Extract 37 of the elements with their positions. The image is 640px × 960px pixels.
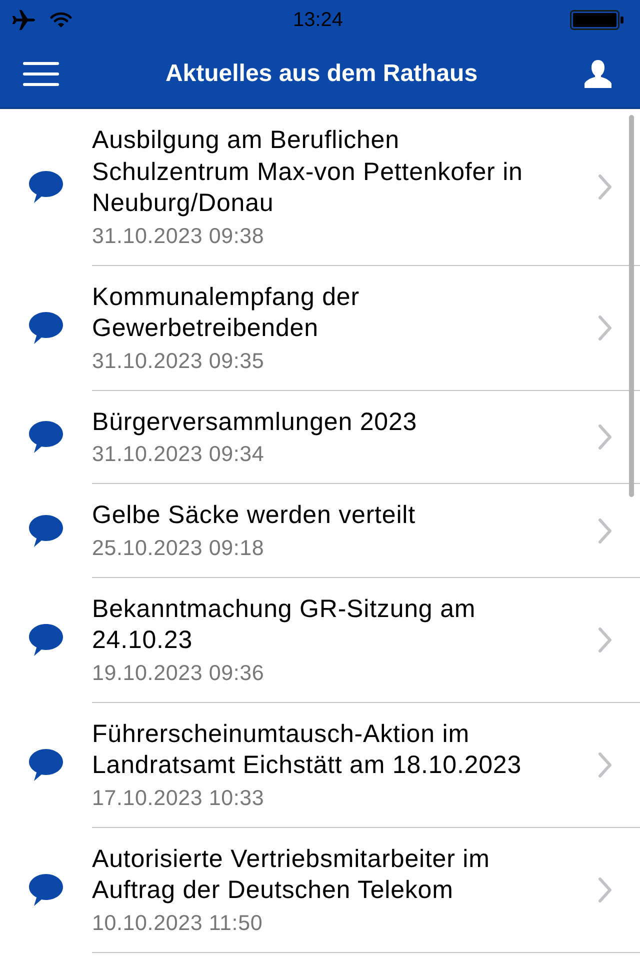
news-title: Kommunalempfang der Gewerbetreibenden [92, 282, 360, 344]
chevron-right-icon [598, 752, 612, 778]
speech-bubble-icon [29, 514, 63, 547]
person-icon [584, 60, 612, 88]
menu-icon [23, 62, 59, 86]
wifi-icon [50, 12, 72, 28]
news-date: 25.10.2023 09:18 [92, 534, 266, 562]
news-title: Autorisierte Vertriebsmitarbeiter im Auftrag der Deutschen Telekom [92, 844, 491, 906]
speech-bubble-icon [29, 749, 63, 781]
menu-button[interactable] [21, 60, 61, 88]
battery-icon [570, 10, 624, 30]
news-date: 19.10.2023 09:36 [92, 660, 266, 686]
screen-title: Aktuelles aus dem Rathaus [165, 60, 478, 88]
chevron-right-icon [598, 877, 612, 903]
news-title: Bürgerversammlungen 2023 [92, 406, 418, 438]
speech-bubble-icon [29, 874, 63, 906]
news-title: Ausbilgung am Beruflichen Schulzentrum Max-von Pettenkofer in Neuburg/Donau [92, 125, 524, 219]
chevron-right-icon [598, 627, 612, 653]
speech-bubble-icon [29, 171, 63, 204]
speech-bubble-icon [29, 624, 63, 656]
airplane-icon [12, 10, 36, 30]
speech-bubble-icon [29, 312, 63, 344]
news-title: Führerscheinumtausch-Aktion im Landratsamt Eichstätt am 18.10.2023 [92, 718, 523, 781]
news-date: 31.10.2023 09:34 [92, 441, 266, 468]
status-time: 13:24 [292, 8, 344, 32]
news-date: 31.10.2023 09:38 [92, 222, 266, 250]
chevron-right-icon [598, 424, 612, 450]
profile-button[interactable] [582, 58, 614, 90]
news-date: 10.10.2023 11:50 [92, 910, 264, 936]
chevron-right-icon [598, 315, 612, 341]
chevron-right-icon [598, 518, 612, 544]
news-date: 17.10.2023 10:33 [92, 784, 266, 812]
news-date: 31.10.2023 09:35 [92, 348, 266, 374]
news-title: Gelbe Säcke werden verteilt [92, 500, 416, 531]
speech-bubble-icon [29, 421, 63, 454]
chevron-right-icon [598, 174, 612, 200]
news-title: Bekanntmachung GR-Sitzung am 24.10.23 [92, 594, 477, 656]
